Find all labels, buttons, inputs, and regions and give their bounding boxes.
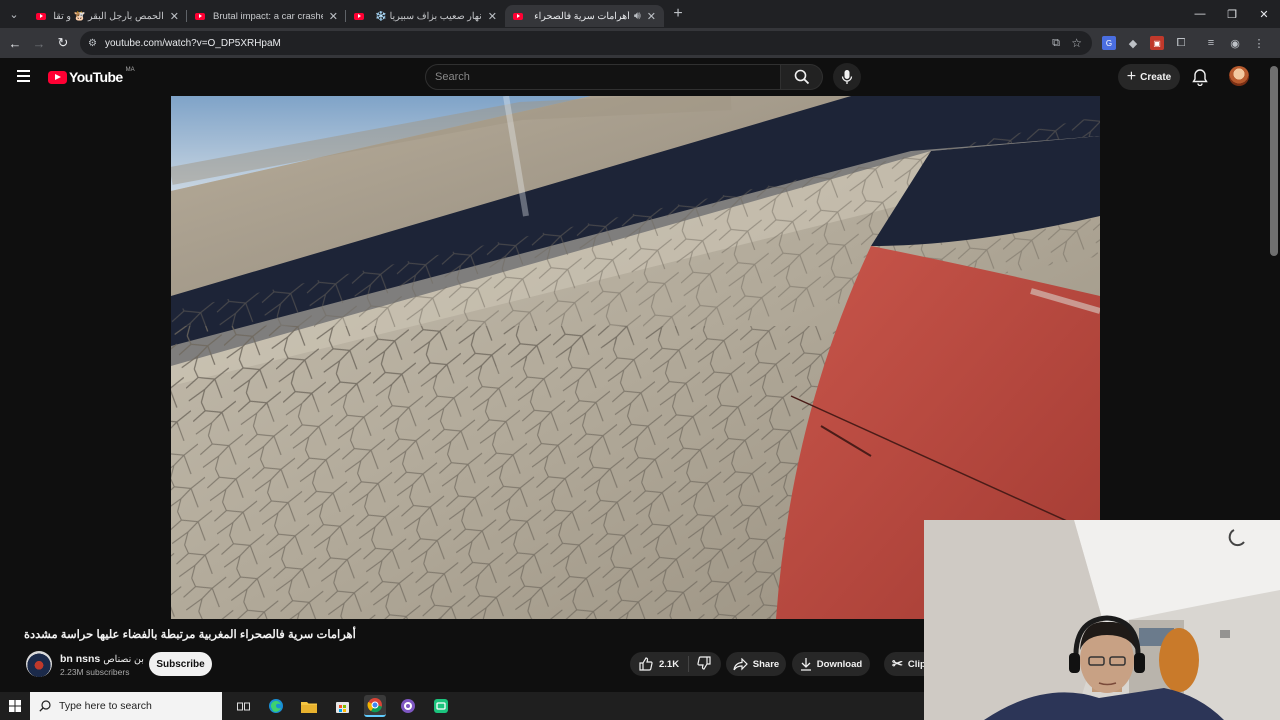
puzzle-extensions-icon[interactable]: ⧠ [1174, 36, 1188, 50]
youtube-header: YouTube MA Search + Create [0, 58, 1280, 96]
download-button[interactable]: Download [792, 652, 870, 676]
windows-taskbar: Type here to search [0, 692, 924, 720]
green-app-icon[interactable] [430, 695, 452, 717]
site-info-icon[interactable]: ⚙︎ [88, 38, 97, 49]
profile-icon[interactable]: ◉ [1228, 36, 1242, 50]
browser-tab-4-active[interactable]: أهرامات سرية فالصحراء المغ... 🔊︎ ✕ [505, 5, 664, 27]
diamond-extension-icon[interactable]: ◆ [1126, 36, 1140, 50]
taskbar-search-box[interactable]: Type here to search [30, 692, 222, 720]
youtube-favicon-icon [36, 12, 46, 20]
share-arrow-icon [733, 657, 748, 670]
taskbar-search-placeholder: Type here to search [59, 700, 152, 712]
thumbs-up-icon [639, 657, 653, 671]
back-arrow-icon[interactable]: ← [3, 36, 27, 51]
close-window-icon[interactable]: ✕ [1248, 0, 1280, 28]
account-avatar[interactable] [1229, 66, 1249, 86]
plus-icon: + [1126, 68, 1137, 85]
close-tab-icon[interactable]: ✕ [488, 10, 497, 23]
browser-tab-2[interactable]: Brutal impact: a car crashes ✕ [187, 5, 346, 27]
youtube-logo[interactable]: YouTube MA [48, 67, 135, 85]
windows-logo-icon [9, 700, 21, 712]
create-label: Create [1140, 71, 1172, 83]
close-tab-icon[interactable]: ✕ [647, 10, 656, 23]
search-icon [39, 700, 51, 712]
webcam-overlay [924, 520, 1280, 720]
microphone-icon [841, 70, 853, 84]
address-bar[interactable]: ⚙︎ youtube.com/watch?v=O_DP5XRHpaM ⧉ ☆ [80, 31, 1092, 55]
translate-extension-icon[interactable]: G [1102, 36, 1116, 50]
menu-kebab-icon[interactable]: ⋮ [1252, 36, 1266, 50]
new-tab-button[interactable]: + [664, 5, 692, 23]
audio-playing-icon[interactable]: 🔊︎ [634, 10, 641, 23]
scissors-icon: ✂ [892, 656, 903, 671]
windows-start-button[interactable] [0, 692, 30, 720]
download-icon [800, 658, 811, 671]
page-scrollbar[interactable] [1270, 66, 1278, 256]
youtube-favicon-icon [354, 12, 364, 20]
tab-title: أهرامات سرية فالصحراء المغ... [531, 10, 630, 22]
subscribe-button[interactable]: Subscribe [149, 652, 212, 676]
like-dislike-group: 2.1K [630, 652, 721, 676]
chevron-down-icon: ⌄ [9, 8, 19, 21]
search-button[interactable] [781, 64, 823, 90]
obs-recorder-icon[interactable] [397, 695, 419, 717]
restore-icon[interactable]: ❐ [1216, 0, 1248, 28]
like-count: 2.1K [659, 658, 680, 670]
video-title: أهرامات سرية فالصحراء المغربية مرتبطة با… [24, 629, 356, 641]
taskbar-apps [232, 695, 452, 717]
share-label: Share [752, 658, 780, 670]
youtube-favicon-icon [513, 12, 523, 20]
tab-title: الحمص بأرجل البقر 🐮 و تقليم أ... [54, 10, 164, 22]
tab-search-button[interactable]: ⌄ [0, 0, 28, 28]
dislike-button[interactable] [689, 655, 711, 673]
voice-search-button[interactable] [833, 63, 861, 91]
search-icon [794, 69, 809, 85]
subscriber-count: 2.23M subscribers [60, 667, 130, 677]
create-button[interactable]: + Create [1118, 64, 1180, 90]
hamburger-menu-icon[interactable] [17, 70, 30, 85]
browser-toolbar: ← → ↻ ⚙︎ youtube.com/watch?v=O_DP5XRHpaM… [0, 28, 1280, 58]
reading-list-icon[interactable]: ≡ [1204, 36, 1218, 50]
extensions-area: G ◆ ▣ ⧠ ≡ ◉ ⋮ [1102, 28, 1266, 58]
notifications-bell-icon[interactable] [1192, 68, 1208, 86]
logo-wordmark: YouTube [69, 69, 123, 85]
edge-browser-icon[interactable] [265, 695, 287, 717]
download-label: Download [816, 658, 863, 670]
channel-avatar[interactable] [26, 651, 52, 677]
channel-name-text: bn nsns [60, 653, 101, 665]
channel-name[interactable]: bn nsns بن نصناص [60, 653, 144, 665]
task-view-icon[interactable] [232, 695, 254, 717]
close-tab-icon[interactable]: ✕ [170, 10, 179, 23]
browser-tab-3[interactable]: نهار صعيب بزاف سبيريا ❄️ خاد... ✕ [346, 5, 505, 27]
reload-icon[interactable]: ↻ [51, 35, 75, 51]
window-controls: — ❐ ✕ [1184, 0, 1280, 28]
bookmark-star-icon[interactable]: ☆ [1071, 36, 1082, 50]
file-explorer-icon[interactable] [298, 695, 320, 717]
share-button[interactable]: Share [726, 652, 786, 676]
channel-name-arabic: بن نصناص [103, 654, 144, 665]
country-code: MA [125, 67, 135, 73]
youtube-favicon-icon [195, 12, 205, 20]
youtube-play-logo-icon [48, 70, 67, 84]
chrome-browser-icon[interactable] [364, 695, 386, 717]
browser-tab-1[interactable]: الحمص بأرجل البقر 🐮 و تقليم أ... ✕ [28, 5, 187, 27]
cast-icon[interactable]: ⧉ [1052, 37, 1060, 50]
search-input[interactable]: Search [425, 64, 781, 90]
tab-title: Brutal impact: a car crashes [213, 10, 323, 22]
minimize-icon[interactable]: — [1184, 0, 1216, 28]
tab-title: نهار صعيب بزاف سبيريا ❄️ خاد... [372, 10, 482, 22]
url-text: youtube.com/watch?v=O_DP5XRHpaM [104, 37, 281, 49]
forward-arrow-icon[interactable]: → [27, 36, 51, 51]
webcam-feed [924, 520, 1280, 720]
red-extension-icon[interactable]: ▣ [1150, 36, 1164, 50]
like-button[interactable]: 2.1K [630, 656, 690, 672]
tab-strip: ⌄ الحمص بأرجل البقر 🐮 و تقليم أ... ✕ Bru… [0, 0, 1280, 28]
microsoft-store-icon[interactable] [331, 695, 353, 717]
thumbs-down-icon [697, 655, 711, 670]
close-tab-icon[interactable]: ✕ [329, 10, 338, 23]
